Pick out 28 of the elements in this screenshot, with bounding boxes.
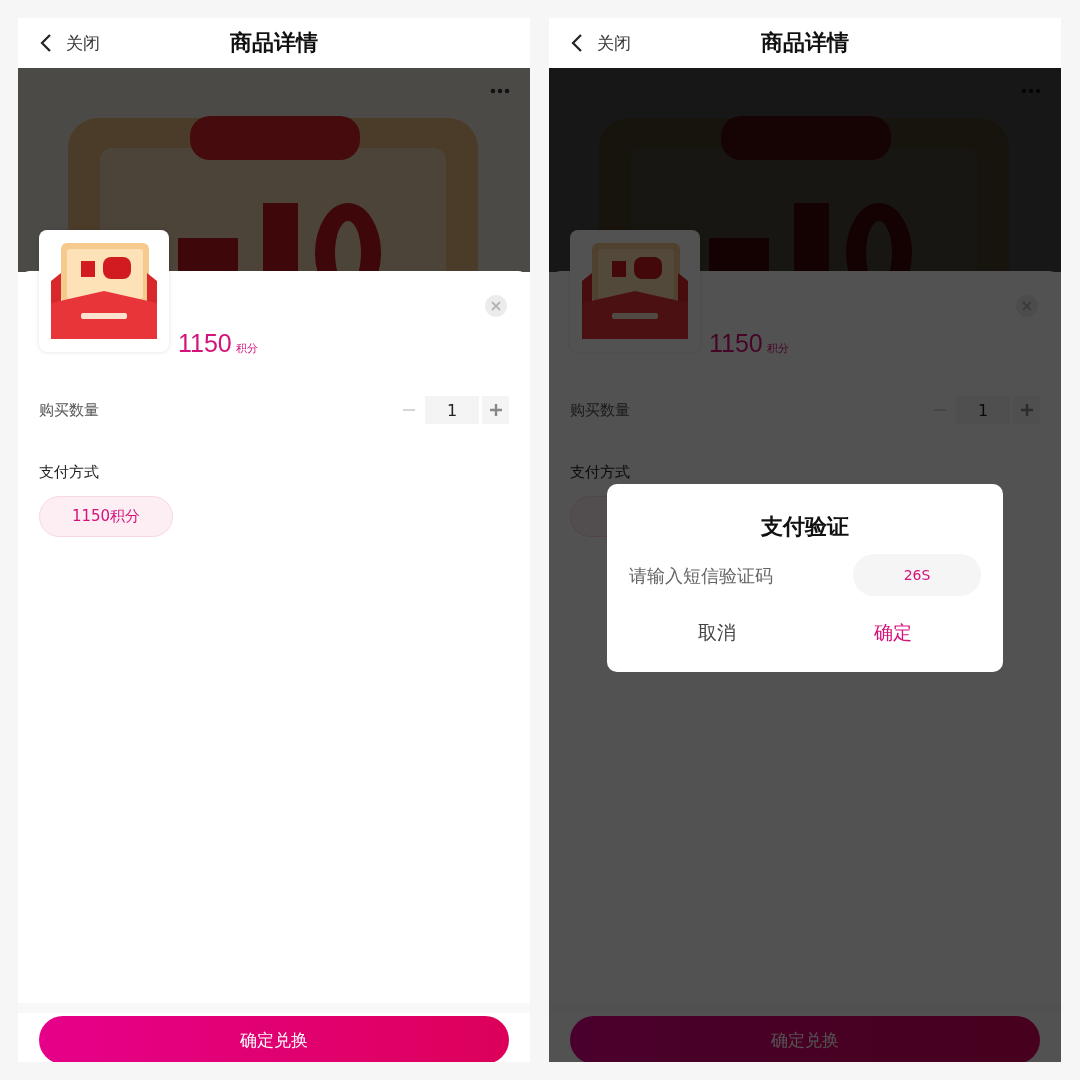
plus-button[interactable] — [482, 396, 509, 424]
dialog-title: 支付验证 — [760, 513, 850, 541]
plus-icon — [1020, 404, 1033, 416]
close-button[interactable]: 关闭 — [571, 31, 631, 55]
quantity-label: 购买数量 — [39, 400, 99, 420]
cancel-button[interactable]: 取消 — [629, 612, 805, 654]
page-title: 商品详情 — [230, 29, 318, 57]
close-button[interactable]: 关闭 — [40, 31, 100, 55]
payment-label: 支付方式 — [570, 463, 630, 481]
points-unit: 积分 — [235, 341, 258, 356]
close-button[interactable] — [1016, 295, 1038, 317]
countdown-button[interactable]: 26S — [853, 554, 981, 596]
sms-code-field[interactable]: 请输入短信验证码 — [629, 564, 839, 586]
points-unit: 积分 — [766, 341, 789, 356]
confirm-button[interactable]: 确定 — [805, 612, 981, 654]
payment-label: 支付方式 — [39, 463, 99, 481]
points-price: 1150 — [178, 329, 232, 358]
back-icon — [571, 33, 583, 53]
plus-icon — [489, 404, 502, 416]
payment-option[interactable]: 1150积分 — [39, 496, 173, 537]
more-icon[interactable] — [490, 88, 510, 94]
confirm-exchange-button[interactable]: 确定兑换 — [39, 1016, 509, 1062]
quantity-field[interactable]: 1 — [425, 396, 479, 424]
page-title: 商品详情 — [761, 29, 849, 57]
back-icon — [40, 33, 52, 53]
close-button[interactable] — [485, 295, 507, 317]
points-price: 1150 — [709, 329, 763, 358]
close-icon — [491, 301, 501, 311]
